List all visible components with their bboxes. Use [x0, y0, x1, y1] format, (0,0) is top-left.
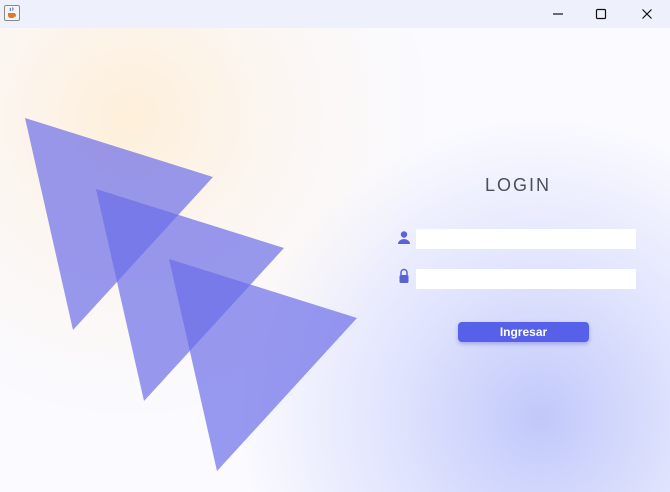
login-window: LOGIN Ingresar [0, 0, 670, 492]
maximize-icon [595, 8, 607, 20]
maximize-button[interactable] [578, 0, 624, 28]
login-button[interactable]: Ingresar [458, 322, 589, 342]
java-cup-icon [4, 5, 20, 21]
user-icon [398, 231, 410, 244]
username-field[interactable] [416, 229, 636, 249]
close-icon [642, 9, 652, 19]
title-bar [0, 0, 670, 28]
login-panel: LOGIN Ingresar [0, 28, 670, 492]
password-field[interactable] [416, 269, 636, 289]
triangle-shape [169, 259, 357, 471]
lock-icon [399, 268, 409, 283]
minimize-icon [553, 13, 563, 15]
triangle-decoration [25, 118, 357, 471]
minimize-button[interactable] [535, 0, 581, 28]
close-button[interactable] [624, 0, 670, 28]
login-title: LOGIN [484, 175, 551, 195]
